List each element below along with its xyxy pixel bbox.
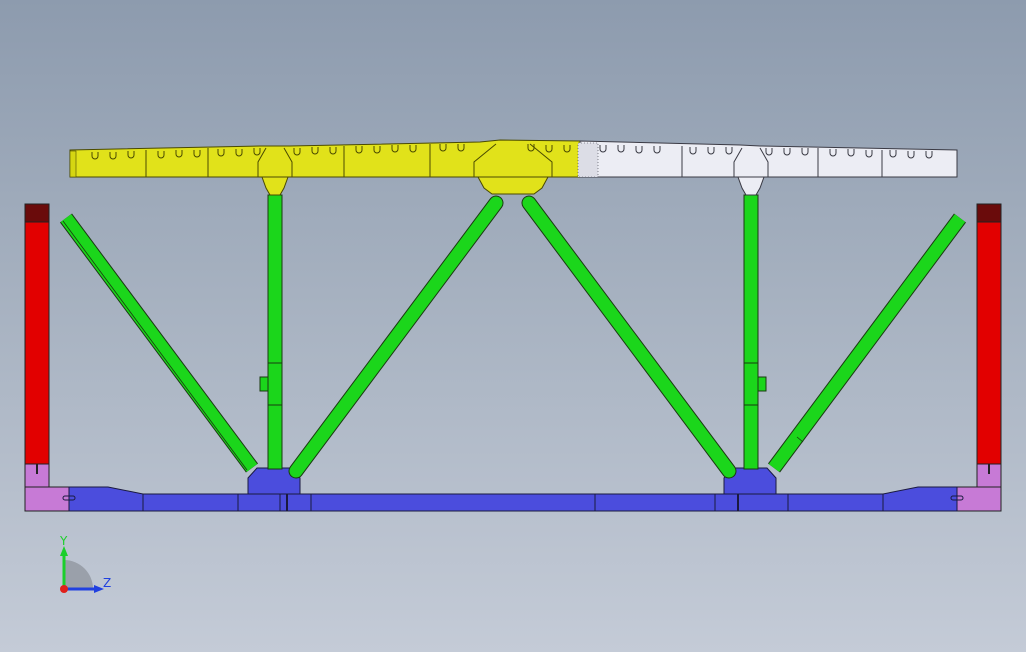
left-inner-diagonal-fill — [289, 196, 503, 478]
right-end-post[interactable] — [956, 203, 1002, 512]
left-vertical-bracket — [259, 376, 269, 392]
left-top-lug[interactable] — [261, 176, 289, 196]
bottom-chord[interactable] — [62, 486, 964, 512]
right-inner-diagonal-fill — [522, 196, 736, 478]
right-vertical — [743, 194, 759, 470]
right-end-base-lower — [956, 486, 1002, 512]
bottom-chord-body — [68, 486, 958, 512]
left-end-base-lower — [24, 486, 70, 512]
left-end-post-column — [24, 221, 50, 465]
right-end-post-column — [976, 221, 1002, 465]
right-top-lug[interactable] — [737, 176, 765, 196]
coordinate-triad: Y Z — [59, 534, 111, 593]
top-chord-white[interactable] — [577, 140, 958, 178]
left-end-post[interactable] — [24, 203, 70, 512]
left-end-post-cap — [24, 203, 50, 223]
left-outer-diagonal-seam — [62, 220, 248, 471]
triad-quarter-disc — [64, 560, 93, 589]
top-chord-yellow[interactable] — [69, 139, 581, 178]
left-vertical — [267, 194, 283, 470]
right-end-post-cap — [976, 203, 1002, 223]
truss-model: Y Z — [24, 139, 1002, 593]
triad-y-label: Y — [59, 534, 68, 548]
cad-viewport[interactable]: Y Z — [0, 0, 1026, 652]
left-outer-diagonal-fill — [60, 214, 258, 472]
top-chord-left-endplate — [69, 150, 77, 178]
right-outer-diagonal-fill — [768, 214, 966, 472]
web-members[interactable] — [59, 195, 967, 479]
triad-z-label: Z — [103, 576, 111, 590]
top-chord-splice-plate — [577, 142, 599, 178]
center-top-lug[interactable] — [477, 176, 549, 195]
triad-x-origin — [60, 585, 68, 593]
right-vertical-bracket — [757, 376, 767, 392]
